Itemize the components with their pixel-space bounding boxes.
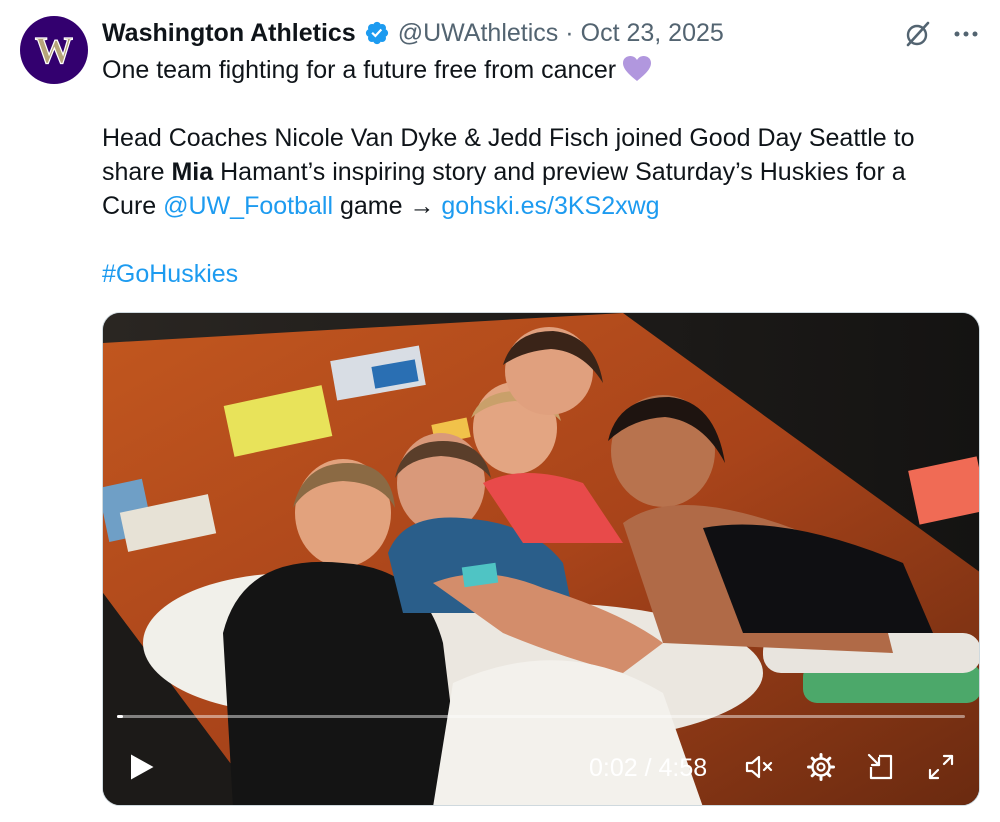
muted-speaker-icon [745,755,773,779]
mute-button[interactable] [741,749,777,785]
tweet-date[interactable]: Oct 23, 2025 [581,19,724,48]
more-horizontal-icon [954,31,978,37]
tweet-header: Washington Athletics @UWAthletics · Oct … [102,16,900,50]
video-player[interactable]: 0:02 / 4:58 [102,312,980,806]
bold-name: Mia [171,158,214,186]
more-options-button[interactable] [948,18,984,50]
verified-badge-icon[interactable] [364,20,390,46]
tweet-text: One team fighting for a future free from… [102,53,972,291]
url-link[interactable]: gohski.es/3KS2xwg [441,192,659,220]
play-button[interactable] [123,749,159,785]
header-separator: · [565,18,574,47]
fullscreen-button[interactable] [923,749,959,785]
purple-heart-icon [622,55,652,83]
tweet-line-1: One team fighting for a future free from… [102,53,972,87]
video-time: 0:02 / 4:58 [589,753,707,783]
hashtag-link[interactable]: #GoHuskies [102,260,238,288]
grok-button[interactable] [900,18,936,50]
author-name[interactable]: Washington Athletics [102,19,356,48]
time-divider: / [644,754,652,782]
play-icon [131,754,154,780]
author-avatar[interactable]: W [20,16,88,84]
uw-logo-icon: W [34,30,73,70]
svg-text:W: W [35,30,73,70]
tweet-line-2: Head Coaches Nicole Van Dyke & Jedd Fisc… [102,124,915,152]
tweet-line-4: Cure @UW_Football game → gohski.es/3KS2x… [102,192,660,220]
progress-bar[interactable] [117,715,965,718]
settings-button[interactable] [803,749,839,785]
minimize-button[interactable] [863,749,899,785]
grok-icon [906,21,930,47]
progress-fill [117,715,123,718]
expand-icon [928,754,954,780]
author-handle[interactable]: @UWAthletics [398,19,559,48]
video-frame [103,313,979,805]
duration: 4:58 [658,754,708,782]
mention-link[interactable]: @UW_Football [163,192,333,220]
gear-icon [807,753,835,781]
tweet-line-5: #GoHuskies [102,257,972,291]
current-time: 0:02 [589,754,638,782]
picture-in-picture-icon [867,753,893,780]
tweet-line-3: share Mia Hamant’s inspiring story and p… [102,158,906,186]
